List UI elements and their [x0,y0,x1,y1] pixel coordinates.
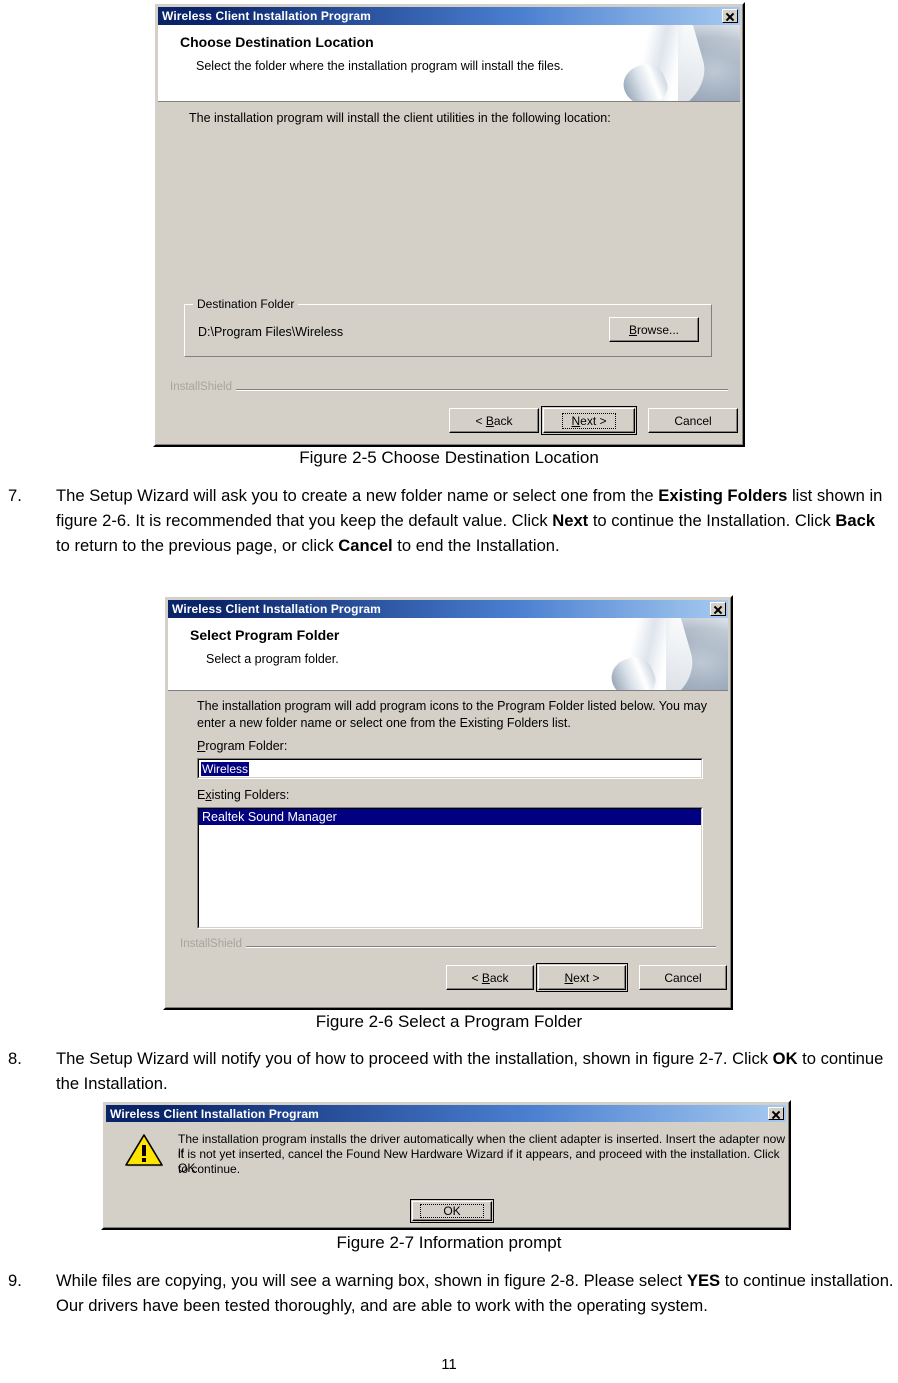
next-button-label: Next > [564,970,600,985]
dialog3-body: The installation program installs the dr… [106,1123,786,1225]
dialog2-body-line1: The installation program will add progra… [197,699,707,713]
step-7-text: The Setup Wizard will ask you to create … [56,486,883,555]
warning-triangle-icon [125,1133,164,1167]
dialog-information-prompt[interactable]: Wireless Client Installation Program The… [101,1100,791,1230]
ok-button-label: OK [420,1204,484,1218]
close-icon[interactable] [722,9,738,23]
cancel-button-label: Cancel [664,970,702,985]
program-folder-input-value: Wireless [201,762,250,776]
dialog2-separator [180,946,716,948]
dialog2-body-line2: enter a new folder name or select one fr… [197,716,571,730]
back-button-label: < Back [475,413,513,428]
step-7-number: 7. [8,486,22,505]
dialog1-separator [170,389,728,391]
emphasis: YES [686,1271,721,1290]
next-button[interactable]: Next > [536,963,628,992]
step-9-paragraph: 9. While files are copying, you will see… [8,1268,894,1318]
installer-banner-image [622,25,740,101]
emphasis: OK [772,1049,798,1068]
dialog1-subheading: Select the folder where the installation… [196,59,564,73]
list-item[interactable]: Realtek Sound Manager [199,809,701,825]
existing-folders-label-rest: isting Folders: [211,788,290,802]
destination-folder-group-label: Destination Folder [193,297,299,311]
emphasis: Back [835,511,876,530]
dialog1-heading: Choose Destination Location [180,34,374,50]
dialog-select-program-folder[interactable]: Wireless Client Installation Program Sel… [163,595,733,1010]
browse-button[interactable]: Browse... [609,317,699,342]
dialog2-header-band: Select Program Folder Select a program f… [168,618,728,691]
dialog-choose-destination-location[interactable]: Wireless Client Installation Program Cho… [153,2,745,447]
program-folder-input[interactable]: Wireless [197,758,703,779]
browse-button-label: Browse... [628,322,680,337]
figure-caption-2-7: Figure 2-7 Information prompt [336,1233,562,1252]
cancel-button[interactable]: Cancel [639,965,727,990]
dialog1-installshield-brand: InstallShield [170,381,237,393]
emphasis: Existing Folders [658,486,788,505]
dialog3-title: Wireless Client Installation Program [110,1106,319,1121]
program-folder-label: Program Folder: [197,739,288,753]
back-button[interactable]: < Back [446,965,534,990]
existing-folders-label: Existing Folders: [197,788,290,802]
step-8-number: 8. [8,1049,22,1068]
dialog3-titlebar[interactable]: Wireless Client Installation Program [106,1105,786,1122]
destination-folder-group: Destination Folder D:\Program Files\Wire… [184,297,712,357]
dialog3-message-line3: to continue. [178,1162,241,1176]
installer-banner-image [610,618,728,690]
close-icon[interactable] [710,602,726,616]
next-button[interactable]: Next > [541,406,637,435]
dialog3-message-line2: it is not yet inserted, cancel the Found… [178,1147,780,1175]
ok-button[interactable]: OK [410,1199,494,1223]
step-8-text: The Setup Wizard will notify you of how … [56,1049,884,1093]
figure-caption-2-5: Figure 2-5 Choose Destination Location [299,448,599,467]
back-button[interactable]: < Back [449,408,539,433]
emphasis: Next [552,511,589,530]
existing-folders-list[interactable]: Realtek Sound Manager [197,807,703,929]
step-9-number: 9. [8,1271,22,1290]
step-7-paragraph: 7. The Setup Wizard will ask you to crea… [8,483,890,558]
dialog1-titlebar[interactable]: Wireless Client Installation Program [158,7,740,25]
cancel-button-label: Cancel [674,413,712,428]
back-button-label: < Back [471,970,509,985]
dialog2-title: Wireless Client Installation Program [172,602,381,616]
step-8-paragraph: 8. The Setup Wizard will notify you of h… [8,1046,894,1096]
dialog2-heading: Select Program Folder [190,627,340,643]
program-folder-label-rest: rogram Folder: [205,739,288,753]
destination-folder-path: D:\Program Files\Wireless [198,325,344,339]
emphasis: Cancel [338,536,393,555]
dialog2-body: The installation program will add progra… [168,691,728,1005]
dialog1-header-band: Choose Destination Location Select the f… [158,25,740,102]
figure-caption-2-6: Figure 2-6 Select a Program Folder [315,1012,583,1031]
dialog2-subheading: Select a program folder. [206,652,339,666]
dialog1-body: The installation program will install th… [158,102,740,442]
dialog1-title: Wireless Client Installation Program [162,9,371,23]
page-number: 11 [441,1356,457,1373]
next-button-label: Next > [562,412,616,429]
step-9-text: While files are copying, you will see a … [56,1271,894,1315]
close-icon[interactable] [768,1107,784,1120]
dialog2-titlebar[interactable]: Wireless Client Installation Program [168,600,728,618]
dialog1-body-text: The installation program will install th… [189,111,611,125]
dialog2-installshield-brand: InstallShield [180,938,247,950]
cancel-button[interactable]: Cancel [648,408,738,433]
